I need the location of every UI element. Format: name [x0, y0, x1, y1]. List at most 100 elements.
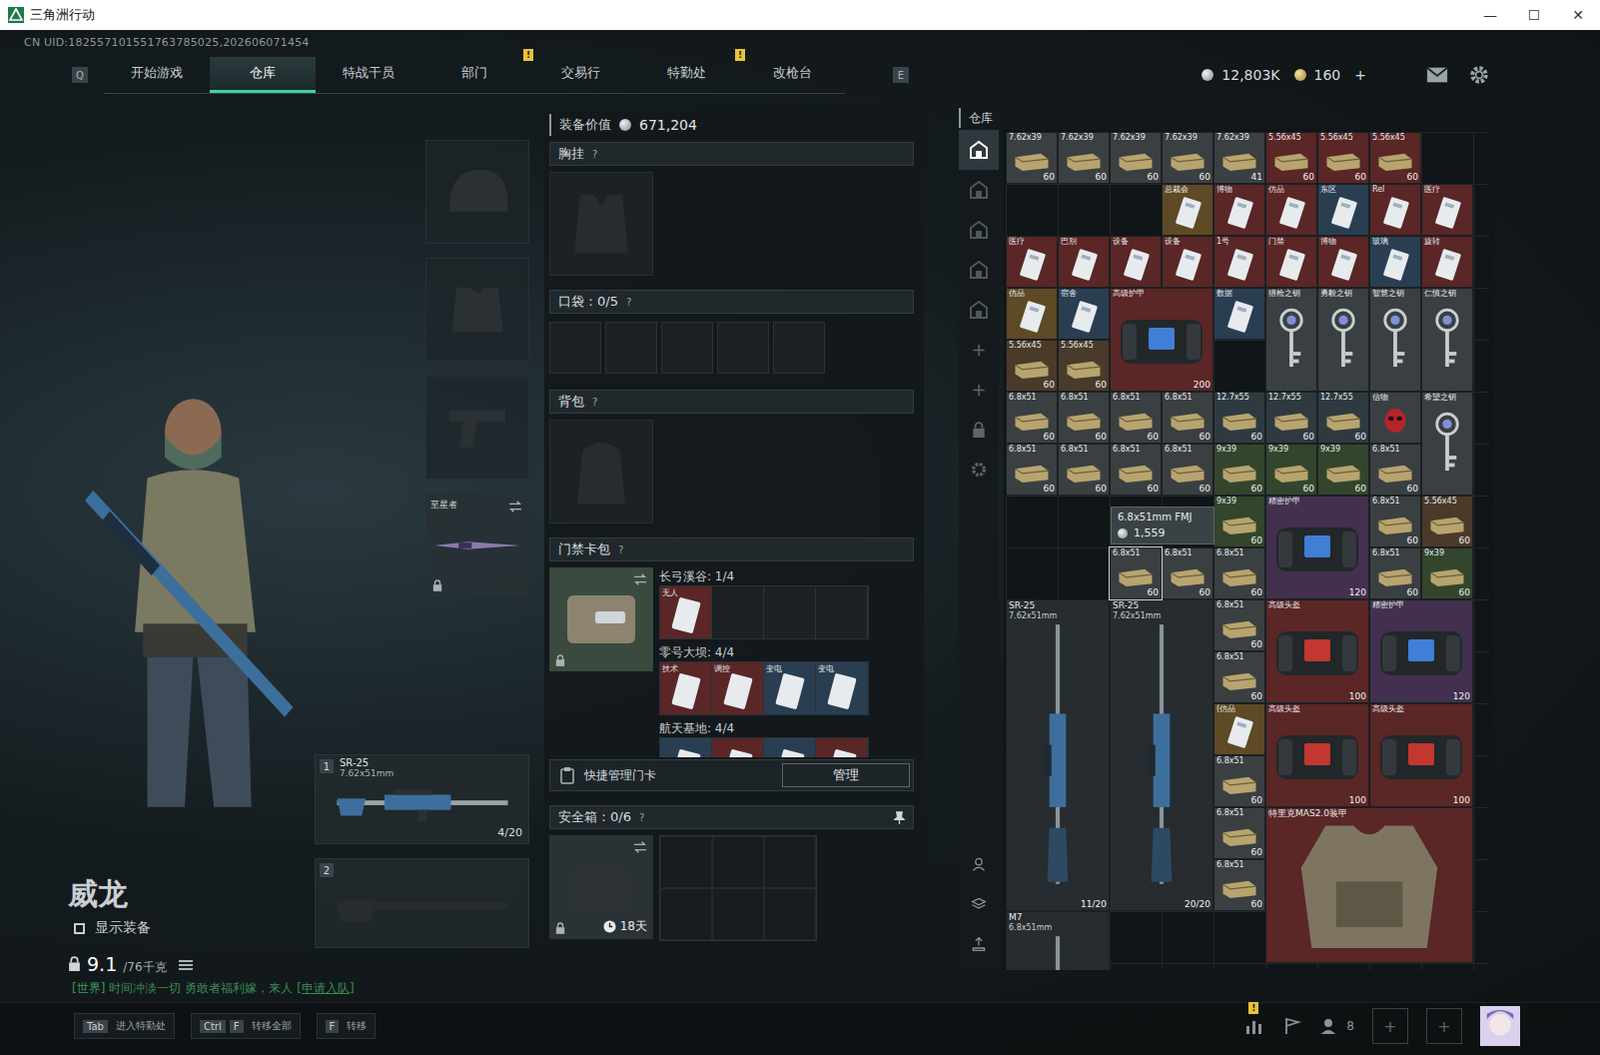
warehouse-tab[interactable]	[958, 169, 999, 210]
add-storage-button[interactable]: +	[970, 329, 986, 370]
warehouse-item[interactable]: 5.56x4560	[1005, 339, 1058, 392]
warehouse-item[interactable]: 东区	[1317, 183, 1370, 236]
warehouse-item[interactable]: 巴别	[1057, 235, 1110, 288]
chest-rig-slot[interactable]	[549, 171, 654, 276]
warehouse-item[interactable]: 玻璃	[1369, 235, 1422, 288]
warehouse-item[interactable]: 7.62x3960	[1057, 131, 1110, 184]
warehouse-item[interactable]: 高级头盔100	[1265, 599, 1370, 704]
warehouse-item[interactable]: 精密护甲120	[1265, 495, 1370, 600]
token-add-button[interactable]: +	[1354, 66, 1367, 83]
mail-icon[interactable]	[1426, 64, 1449, 85]
warehouse-item[interactable]: 6.8x5160	[1161, 443, 1214, 496]
warehouse-item[interactable]: 6.8x51606.8x51mm FMJ1,559	[1109, 547, 1162, 600]
pin-icon[interactable]	[893, 810, 905, 824]
hotkey-hint[interactable]: Tab进入特勤处	[73, 1012, 175, 1039]
safe-slot[interactable]	[764, 835, 816, 888]
keycard-slot[interactable]: 调控	[712, 662, 765, 715]
warehouse-item[interactable]: 旋转	[1421, 235, 1474, 288]
gear-icon[interactable]	[1468, 64, 1491, 85]
warehouse-item[interactable]: 9x3960	[1213, 443, 1266, 496]
warehouse-item[interactable]: 总裁会	[1161, 183, 1214, 236]
warehouse-item[interactable]: 医疗	[1421, 183, 1474, 236]
warehouse-item[interactable]: 设备	[1109, 235, 1162, 288]
warehouse-item[interactable]: 12.7x5560	[1213, 391, 1266, 444]
warehouse-item[interactable]: 9x3960	[1265, 443, 1318, 496]
warehouse-item[interactable]: 6.8x5160	[1057, 391, 1110, 444]
sort-icon[interactable]	[970, 935, 987, 952]
weapon-slot[interactable]: 2	[314, 857, 530, 948]
window-control-button[interactable]: —	[1468, 6, 1513, 23]
join-team-link[interactable]: [申请入队]	[296, 979, 354, 1002]
keycard-slot[interactable]	[764, 738, 816, 758]
warehouse-item[interactable]: 6.8x5160	[1161, 391, 1214, 444]
pocket-slot[interactable]	[717, 321, 770, 374]
world-chat[interactable]: [世界]时间冲淡一切 勇敢者福利嫁，来人[申请入队]	[0, 979, 540, 1002]
warehouse-item[interactable]: M76.8x51mm	[1005, 910, 1110, 970]
swap-icon[interactable]	[508, 500, 523, 513]
warehouse-item[interactable]: 7.62x3960	[1109, 131, 1162, 184]
warehouse-item[interactable]: 12.7x5560	[1317, 391, 1370, 444]
window-control-button[interactable]: ✕	[1556, 6, 1600, 23]
warehouse-item[interactable]: 6.8x5160	[1057, 443, 1110, 496]
warehouse-item[interactable]: 特里克MAS2.0装甲	[1265, 806, 1474, 963]
warehouse-item[interactable]: 6.8x5160	[1369, 443, 1422, 496]
warehouse-item[interactable]: 7.62x3960	[1005, 131, 1058, 184]
warehouse-item[interactable]: 6.8x5160	[1109, 443, 1162, 496]
layers-icon[interactable]	[970, 895, 987, 912]
manage-button[interactable]: 管理	[782, 763, 910, 788]
warehouse-tab[interactable]	[958, 129, 999, 170]
warehouse-item[interactable]: 希望之钥	[1421, 391, 1474, 496]
stats-icon[interactable]	[1244, 1015, 1265, 1036]
warehouse-item[interactable]: 博物	[1317, 235, 1370, 288]
swap-icon[interactable]	[633, 573, 648, 586]
warehouse-item[interactable]: 5.56x4560	[1369, 131, 1422, 184]
main-tab[interactable]: 特勤处!	[633, 56, 740, 93]
pocket-slot[interactable]	[773, 321, 825, 374]
main-tab[interactable]: 开始游戏	[103, 56, 210, 93]
keycard-slot[interactable]	[712, 586, 765, 639]
weapon-slot[interactable]: 1SR-257.62x51mm4/20	[314, 754, 530, 844]
warehouse-item[interactable]: 医疗	[1005, 235, 1058, 288]
keycard-slot[interactable]: 变电	[764, 662, 816, 715]
warehouse-item[interactable]: (仿品	[1213, 703, 1266, 756]
checkbox-box[interactable]	[73, 922, 85, 934]
safe-slot[interactable]	[660, 887, 713, 940]
warehouse-item[interactable]: 6.8x5160	[1213, 599, 1266, 652]
warehouse-tab[interactable]	[958, 209, 999, 250]
help-mark[interactable]: ?	[592, 396, 598, 408]
warehouse-item[interactable]: 仁慎之钥	[1421, 287, 1474, 392]
keycard-slot[interactable]: 变电	[815, 662, 868, 715]
friends-button[interactable]: 8	[1320, 1015, 1355, 1036]
warehouse-item[interactable]: 高级头盔100	[1265, 703, 1370, 807]
main-tab[interactable]: 仓库	[209, 56, 316, 93]
warehouse-item[interactable]: 门禁	[1265, 235, 1318, 288]
warehouse-item[interactable]: 仿品	[1265, 183, 1318, 236]
help-mark[interactable]: ?	[592, 148, 598, 160]
help-mark[interactable]: ?	[639, 811, 645, 823]
melee-slot[interactable]: 至星者	[425, 493, 530, 598]
warehouse-item[interactable]: 7.62x3960	[1161, 131, 1214, 184]
warehouse-item[interactable]: 6.8x5160	[1213, 858, 1266, 911]
warehouse-item[interactable]: 勇毅之钥	[1317, 287, 1370, 392]
nav-right-key[interactable]: E	[892, 66, 909, 83]
warehouse-item[interactable]: 博物	[1213, 183, 1266, 236]
warehouse-item[interactable]: 6.8x5160	[1213, 547, 1266, 600]
main-tab[interactable]: 部门!	[421, 56, 528, 93]
flag-icon[interactable]	[1282, 1015, 1303, 1036]
keycard-slot[interactable]	[660, 738, 713, 758]
window-control-button[interactable]: ☐	[1512, 6, 1557, 23]
lock-icon[interactable]	[970, 421, 987, 438]
safe-box-slot[interactable]: 18天	[549, 834, 654, 939]
pocket-slot[interactable]	[661, 321, 714, 374]
keycard-bag-slot[interactable]	[549, 567, 654, 672]
warehouse-item[interactable]: 数据	[1213, 287, 1266, 340]
settings-icon[interactable]	[970, 461, 987, 478]
operator-icon[interactable]	[970, 855, 987, 872]
warehouse-item[interactable]: 6.8x5160	[1005, 443, 1058, 496]
warehouse-item[interactable]: 6.8x5160	[1369, 547, 1422, 600]
warehouse-item[interactable]: 1号	[1213, 235, 1266, 288]
warehouse-item[interactable]: SR-257.62x51mm11/20	[1005, 599, 1110, 911]
swap-icon[interactable]	[633, 840, 648, 853]
safe-slot[interactable]	[712, 835, 765, 888]
main-tab[interactable]: 改枪台	[739, 56, 845, 93]
